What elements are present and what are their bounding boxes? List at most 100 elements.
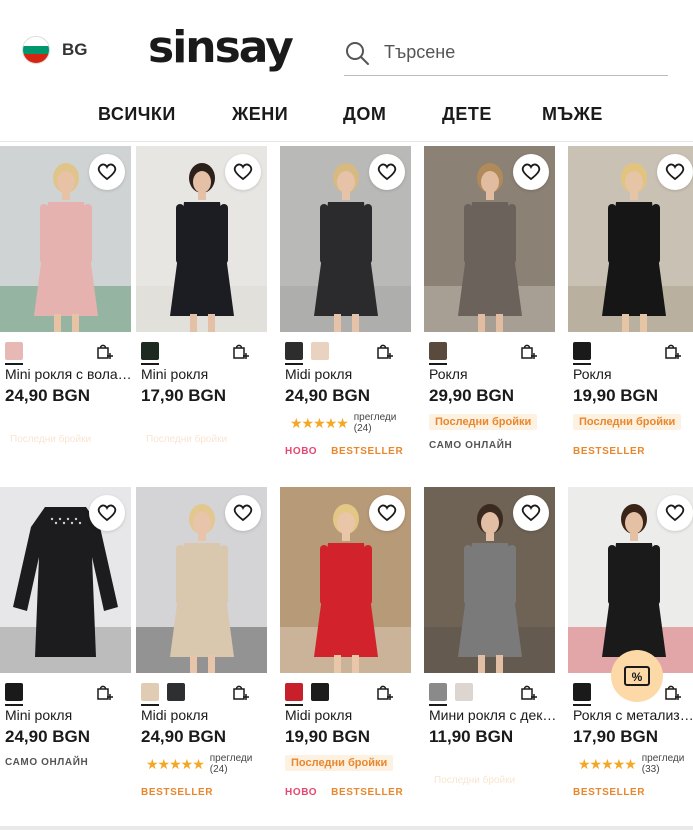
product-image[interactable] xyxy=(280,487,411,673)
add-to-bag-icon[interactable] xyxy=(376,343,393,360)
wishlist-heart-button[interactable] xyxy=(369,154,405,190)
product-name[interactable]: Рокля с метализ… xyxy=(573,707,693,723)
color-swatch[interactable] xyxy=(429,342,447,365)
color-swatches xyxy=(141,683,185,706)
product-image[interactable] xyxy=(568,146,693,332)
online-only-label: САМО ОНЛАЙН xyxy=(429,440,513,451)
search-bar[interactable] xyxy=(344,30,668,76)
product-tags: BESTSELLER xyxy=(573,446,645,457)
wishlist-heart-button[interactable] xyxy=(89,495,125,531)
search-input[interactable] xyxy=(384,42,644,63)
last-items-badge: Последни бройки xyxy=(573,414,682,430)
add-to-bag-icon[interactable] xyxy=(664,343,681,360)
product-image[interactable] xyxy=(0,146,131,332)
product-name[interactable]: Рокля xyxy=(573,366,693,382)
wishlist-heart-button[interactable] xyxy=(225,154,261,190)
percent-tag-icon: % xyxy=(624,666,650,686)
wishlist-heart-button[interactable] xyxy=(225,495,261,531)
product-image[interactable] xyxy=(424,487,555,673)
bestseller-tag: BESTSELLER xyxy=(331,446,404,457)
nav-item-men[interactable]: МЪЖЕ xyxy=(542,104,603,125)
product-price: 17,90 BGN xyxy=(141,386,227,405)
promo-badge[interactable]: % xyxy=(611,650,663,702)
faded-last-items-text: Последни бройки xyxy=(146,434,228,445)
color-swatch[interactable] xyxy=(573,342,591,365)
nav-item-all[interactable]: ВСИЧКИ xyxy=(98,104,176,125)
wishlist-heart-button[interactable] xyxy=(89,154,125,190)
color-swatch[interactable] xyxy=(5,683,23,706)
color-swatch[interactable] xyxy=(285,342,303,365)
product-price: 24,90 BGN xyxy=(285,386,371,405)
product-tags: BESTSELLER xyxy=(141,787,213,798)
add-to-bag-icon[interactable] xyxy=(232,684,249,701)
add-to-bag-icon[interactable] xyxy=(520,343,537,360)
color-swatches xyxy=(429,683,473,706)
bestseller-tag: BESTSELLER xyxy=(331,787,404,798)
nav-item-home[interactable]: ДОМ xyxy=(343,104,386,125)
product-rating[interactable]: ★★★★★ прегледи (33) xyxy=(578,753,684,775)
add-to-bag-icon[interactable] xyxy=(96,343,113,360)
product-image[interactable] xyxy=(568,487,693,673)
product-price: 19,90 BGN xyxy=(285,727,371,746)
wishlist-heart-button[interactable] xyxy=(657,154,693,190)
color-swatches xyxy=(573,342,591,365)
product-image[interactable] xyxy=(280,146,411,332)
product-name[interactable]: Mini рокля xyxy=(5,707,133,723)
next-row-edge xyxy=(0,826,693,830)
wishlist-heart-button[interactable] xyxy=(513,495,549,531)
color-swatch[interactable] xyxy=(285,683,303,706)
search-icon[interactable] xyxy=(344,40,370,66)
color-swatch[interactable] xyxy=(141,683,159,706)
product-name[interactable]: Мини рокля с дек… xyxy=(429,707,557,723)
wishlist-heart-button[interactable] xyxy=(369,495,405,531)
new-tag: НОВО xyxy=(285,446,318,457)
add-to-bag-icon[interactable] xyxy=(376,684,393,701)
product-rating[interactable]: ★★★★★ прегледи (24) xyxy=(290,412,396,434)
top-header: BG sinsay ВСИЧКИ ЖЕНИ ДОМ ДЕТЕ МЪЖЕ xyxy=(0,0,693,142)
product-price: 29,90 BGN xyxy=(429,386,515,405)
review-count: прегледи (33) xyxy=(641,753,685,775)
add-to-bag-icon[interactable] xyxy=(520,684,537,701)
product-price: 24,90 BGN xyxy=(141,727,227,746)
color-swatch[interactable] xyxy=(5,342,23,365)
sinsay-logo[interactable]: sinsay xyxy=(148,22,294,73)
nav-item-kids[interactable]: ДЕТЕ xyxy=(442,104,492,125)
color-swatch[interactable] xyxy=(141,342,159,365)
wishlist-heart-button[interactable] xyxy=(513,154,549,190)
color-swatch[interactable] xyxy=(311,342,329,360)
color-swatch[interactable] xyxy=(167,683,185,701)
nav-item-women[interactable]: ЖЕНИ xyxy=(232,104,288,125)
heart-icon xyxy=(97,504,117,522)
product-name[interactable]: Рокля xyxy=(429,366,557,382)
product-image[interactable] xyxy=(424,146,555,332)
color-swatches xyxy=(285,683,329,706)
product-image[interactable] xyxy=(0,487,131,673)
add-to-bag-icon[interactable] xyxy=(96,684,113,701)
product-rating[interactable]: ★★★★★ прегледи (24) xyxy=(146,753,252,775)
color-swatch[interactable] xyxy=(429,683,447,706)
product-name[interactable]: Mini рокля с вола… xyxy=(5,366,133,382)
language-code: BG xyxy=(62,40,88,59)
review-count: прегледи (24) xyxy=(209,753,253,775)
color-swatches xyxy=(5,342,23,365)
color-swatch[interactable] xyxy=(573,683,591,706)
heart-icon xyxy=(521,163,541,181)
color-swatch[interactable] xyxy=(455,683,473,701)
add-to-bag-icon[interactable] xyxy=(664,684,681,701)
heart-icon xyxy=(521,504,541,522)
product-tags: НОВО BESTSELLER xyxy=(285,787,403,798)
product-image[interactable] xyxy=(136,487,267,673)
product-name[interactable]: Midi рокля xyxy=(285,366,413,382)
bestseller-tag: BESTSELLER xyxy=(573,787,646,798)
product-name[interactable]: Mini рокля xyxy=(141,366,269,382)
add-to-bag-icon[interactable] xyxy=(232,343,249,360)
svg-text:%: % xyxy=(632,670,643,684)
color-swatches xyxy=(141,342,159,365)
wishlist-heart-button[interactable] xyxy=(657,495,693,531)
language-selector[interactable]: BG xyxy=(22,36,88,64)
rating-stars: ★★★★★ xyxy=(578,755,637,772)
product-name[interactable]: Midi рокля xyxy=(141,707,269,723)
color-swatch[interactable] xyxy=(311,683,329,701)
product-image[interactable] xyxy=(136,146,267,332)
product-name[interactable]: Midi рокля xyxy=(285,707,413,723)
